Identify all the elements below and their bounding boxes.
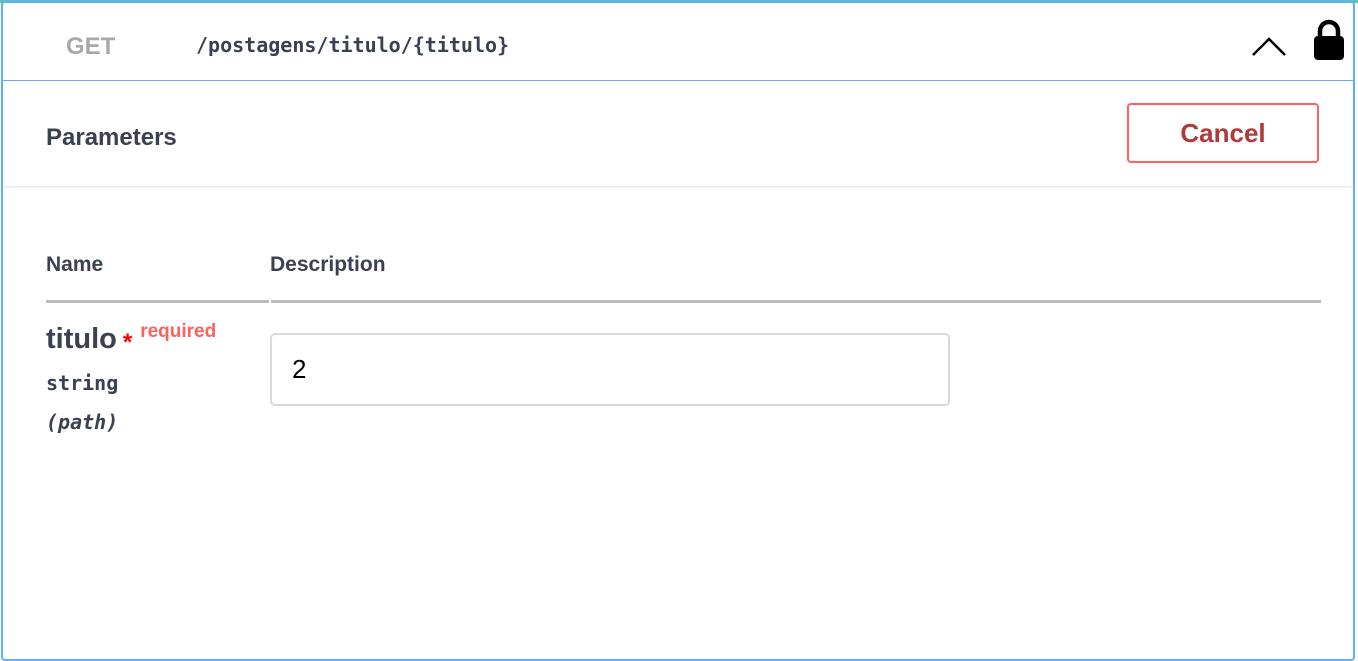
- header-divider: [46, 300, 1321, 303]
- column-header-description: Description: [270, 253, 386, 276]
- lock-icon[interactable]: [1311, 19, 1347, 61]
- endpoint-path: /postagens/titulo/{titulo}: [196, 33, 510, 57]
- parameters-header: Parameters Cancel: [3, 81, 1353, 186]
- required-label: required: [140, 321, 217, 342]
- operation-block: GET /postagens/titulo/{titulo} Parameter…: [1, 1, 1355, 661]
- chevron-up-icon[interactable]: [1249, 31, 1289, 59]
- parameter-type: string: [46, 371, 119, 395]
- header-divider-gap: [269, 300, 271, 303]
- http-method-label: GET: [66, 33, 116, 60]
- parameter-name: titulo * required: [46, 321, 217, 357]
- parameters-title: Parameters: [46, 124, 177, 151]
- operation-summary[interactable]: GET /postagens/titulo/{titulo}: [3, 3, 1353, 81]
- parameter-name-text: titulo: [46, 323, 117, 355]
- column-header-name: Name: [46, 253, 104, 276]
- cancel-button[interactable]: Cancel: [1127, 103, 1319, 163]
- required-star: *: [122, 329, 133, 356]
- titulo-input[interactable]: [270, 333, 950, 406]
- parameter-location: (path): [46, 410, 119, 434]
